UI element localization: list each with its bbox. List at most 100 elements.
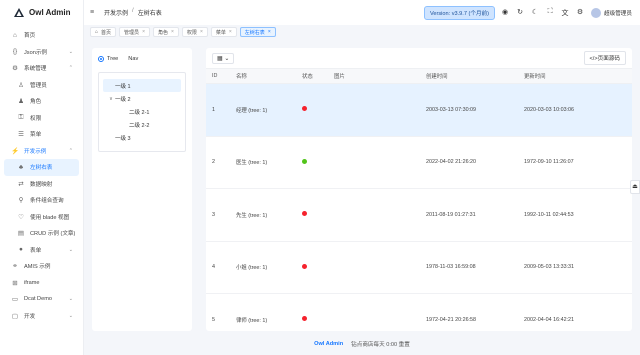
- sidebar-item[interactable]: ▤ CRUD 示例 (文章): [4, 225, 79, 242]
- cell-created: 1972-04-21 20:26:58: [426, 316, 477, 323]
- breadcrumb-current: 左树右表: [137, 11, 162, 17]
- close-icon[interactable]: ×: [229, 29, 232, 35]
- caret-icon[interactable]: ∨: [107, 96, 115, 102]
- tree-icon: ♣: [18, 163, 24, 171]
- avatar: [591, 7, 602, 18]
- close-icon[interactable]: ×: [142, 29, 145, 35]
- column-header[interactable]: 名称: [230, 72, 296, 80]
- tab-item[interactable]: ⌂ 首页: [90, 27, 117, 37]
- sidebar-item-label: 开发: [24, 313, 36, 320]
- float-settings-tab[interactable]: ⏏: [630, 180, 640, 194]
- sidebar-item-label: 数据映射: [30, 181, 53, 188]
- tab-label: 管理员: [124, 29, 140, 36]
- table-row[interactable]: 4 小姐 (tree: 1) 1978-11-03 16:59:08 2009-05-…: [206, 242, 632, 294]
- status-dot-icon: [302, 158, 307, 164]
- sidebar-nav: ⌂ 首页 {} Json示例 ⌄ ⚙ 系统管理 ⌃ ♙ 管理员 ♟ 角色 ⚿ 权限 ☰ 菜单 ⚡ 开发示例 ⌃ ♣ 左树…: [0, 25, 83, 326]
- github-icon[interactable]: ◉: [500, 8, 510, 18]
- sidebar-item[interactable]: ⚭ AMIS 示例: [4, 258, 79, 275]
- sidebar-item[interactable]: ⌂ 首页: [4, 27, 79, 44]
- tree-node[interactable]: 一级 3: [103, 131, 181, 144]
- filter-icon: ⚲: [18, 197, 24, 205]
- translate-icon[interactable]: 文: [560, 8, 570, 18]
- sidebar: Owl Admin ⌂ 首页 {} Json示例 ⌄ ⚙ 系统管理 ⌃ ♙ 管理员 ♟ 角色 ⚿ 权限 ☰ 菜…: [0, 0, 84, 355]
- fullscreen-icon[interactable]: ⛶: [545, 8, 555, 18]
- sidebar-item[interactable]: {} Json示例 ⌄: [4, 44, 79, 61]
- sidebar-item[interactable]: ⚡ 开发示例 ⌃: [4, 143, 79, 160]
- close-icon[interactable]: ×: [268, 29, 271, 35]
- table-row[interactable]: 2 医生 (tree: 1) 2022-04-02 21:26:20 1972-09-…: [206, 137, 632, 189]
- sidebar-item[interactable]: ⇄ 数据映射: [4, 176, 79, 193]
- settings-icon[interactable]: ⚙: [575, 8, 585, 18]
- form-icon: ●: [19, 246, 23, 254]
- sidebar-item-label: 左树右表: [30, 165, 53, 172]
- footer: Owl Admin 钻点商店每天 0:00 重置: [84, 333, 640, 355]
- app-title: Owl Admin: [29, 8, 71, 17]
- nav-radio[interactable]: Nav: [128, 56, 138, 62]
- sidebar-item[interactable]: ⚙ 系统管理 ⌃: [4, 60, 79, 77]
- tab-item[interactable]: 管理员 ×: [119, 27, 150, 37]
- tree-node[interactable]: 二级 2-2: [103, 118, 181, 131]
- tab-item[interactable]: 菜单 ×: [210, 27, 237, 37]
- home-icon: ⌂: [13, 31, 17, 39]
- table-row[interactable]: 3 先生 (tree: 1) 2011-08-19 01:27:31 1992-10-…: [206, 189, 632, 242]
- cell-created: 2003-03-13 07:30:09: [426, 106, 477, 113]
- version-badge[interactable]: Version: v3.9.7 (个月前): [423, 5, 496, 20]
- tree-node[interactable]: 一级 1: [103, 79, 181, 92]
- dark-mode-icon[interactable]: ☾: [530, 8, 540, 18]
- sidebar-item[interactable]: ♙ 管理员: [4, 77, 79, 94]
- tab-label: 左树右表: [244, 29, 265, 36]
- sidebar-item[interactable]: ⚲ 条件组合查询: [4, 192, 79, 209]
- column-header[interactable]: 图片: [328, 72, 420, 80]
- user-icon: ♙: [18, 81, 24, 89]
- cell-name: 经理 (tree: 1): [236, 107, 268, 114]
- refresh-icon[interactable]: ↻: [515, 8, 525, 18]
- sidebar-item[interactable]: ▢ 开发 ⌄: [4, 308, 79, 325]
- chevron-icon: ⌃: [68, 147, 73, 154]
- table-row[interactable]: 5 律师 (tree: 1) 1972-04-21 20:26:58 2002-04-…: [206, 294, 632, 331]
- lock-icon: ⚿: [18, 113, 24, 121]
- tab-item[interactable]: 权限 ×: [181, 27, 208, 37]
- close-icon[interactable]: ×: [200, 29, 203, 35]
- column-header[interactable]: 状态: [296, 72, 328, 80]
- close-icon[interactable]: ×: [171, 29, 174, 35]
- menu-toggle-icon[interactable]: ≡: [90, 9, 98, 16]
- sidebar-item[interactable]: ▭ Dcat Demo ⌄: [4, 291, 79, 308]
- sidebar-item[interactable]: ☰ 菜单: [4, 126, 79, 143]
- tree-node-label: 一级 2: [115, 96, 131, 103]
- sidebar-item[interactable]: ♡ 使用 blade 视图: [4, 209, 79, 226]
- user-menu[interactable]: 超级管理员: [591, 7, 632, 18]
- table-header: ID 名称 状态 图片 创建时间 更新时间: [206, 68, 632, 84]
- column-header[interactable]: ID: [206, 73, 230, 79]
- sidebar-item-label: 使用 blade 视图: [30, 214, 70, 221]
- tab-item[interactable]: 角色 ×: [152, 27, 179, 37]
- tree-node[interactable]: ∨ 一级 2: [103, 92, 181, 105]
- cell-name: 律师 (tree: 1): [236, 317, 268, 324]
- tab-label: 菜单: [215, 29, 226, 36]
- cell-name: 先生 (tree: 1): [236, 212, 268, 219]
- footer-brand[interactable]: Owl Admin: [314, 341, 343, 347]
- view-source-button[interactable]: </>页面源码: [583, 51, 626, 65]
- tree-radio[interactable]: Tree: [98, 56, 118, 62]
- sidebar-item[interactable]: ⚿ 权限: [4, 110, 79, 127]
- cell-status: [296, 211, 328, 218]
- table-row[interactable]: 1 经理 (tree: 1) 2003-03-13 07:30:09 2020-03-…: [206, 84, 632, 137]
- sidebar-item-label: 管理员: [30, 82, 47, 89]
- column-toggle-button[interactable]: ▦ ⌄: [212, 52, 235, 64]
- sidebar-item[interactable]: ♟ 角色: [4, 93, 79, 110]
- tree-node[interactable]: 二级 2-1: [103, 105, 181, 118]
- tree-radio-label: Tree: [107, 56, 119, 62]
- tree-node-label: 一级 3: [115, 135, 131, 142]
- sidebar-item-label: 表单: [30, 247, 42, 254]
- column-header[interactable]: 更新时间: [518, 72, 632, 80]
- sidebar-item[interactable]: ♣ 左树右表: [4, 159, 79, 176]
- sidebar-item[interactable]: ⊞ iframe: [4, 275, 79, 292]
- cell-updated: 2002-04-04 16:42:21: [524, 316, 575, 323]
- breadcrumb-item[interactable]: 开发示例: [104, 8, 128, 17]
- cell-name: 医生 (tree: 1): [236, 160, 268, 167]
- tab-label: 首页: [101, 29, 112, 36]
- tab-item[interactable]: 左树右表 ×: [239, 27, 276, 37]
- sidebar-item[interactable]: ● 表单 ⌄: [4, 242, 79, 259]
- sidebar-item-label: 系统管理: [24, 66, 47, 73]
- column-header[interactable]: 创建时间: [420, 72, 518, 80]
- app-logo[interactable]: Owl Admin: [0, 0, 83, 25]
